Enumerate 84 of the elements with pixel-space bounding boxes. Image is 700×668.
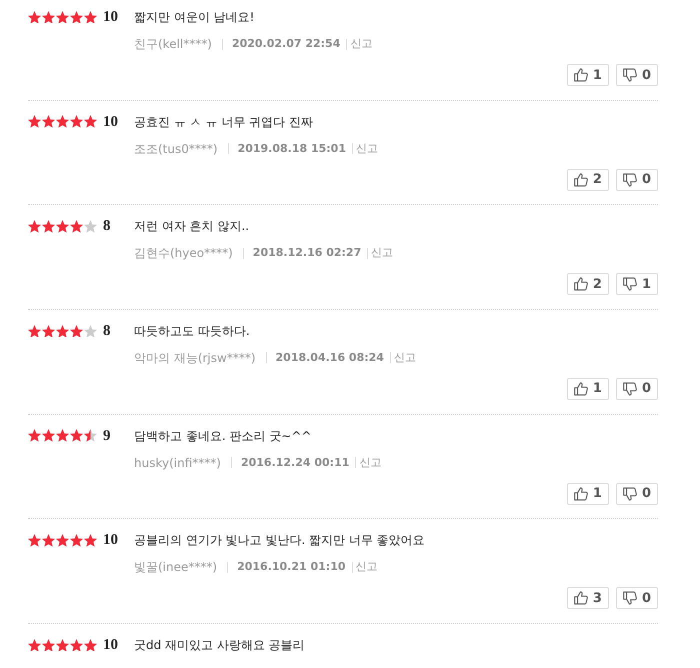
- star-icon: [56, 429, 69, 442]
- star-icon: [56, 115, 69, 128]
- star-icon: [70, 115, 83, 128]
- review-date: 2016.10.21 01:10: [237, 559, 346, 576]
- thumbs-down-icon: [622, 591, 637, 606]
- star-icon: [42, 115, 55, 128]
- star-icon: [70, 638, 83, 652]
- rating-score: 10: [103, 8, 118, 26]
- like-button[interactable]: 1: [566, 64, 609, 86]
- rating-score: 8: [103, 322, 110, 340]
- star-icon: [28, 10, 41, 24]
- dislike-button[interactable]: 0: [616, 64, 658, 86]
- star-icon: [42, 534, 55, 547]
- star-icon: [56, 220, 69, 233]
- thumbs-up-icon: [574, 172, 588, 187]
- star-icon: [28, 115, 41, 128]
- like-button[interactable]: 2: [566, 168, 609, 191]
- review-text: 짧지만 여운이 남네요!: [134, 9, 254, 26]
- like-button[interactable]: 1: [566, 482, 609, 505]
- dislike-button[interactable]: 0: [616, 168, 658, 191]
- thumbs-up-icon: [574, 591, 588, 606]
- star-icon: [84, 10, 97, 24]
- star-icon: [56, 324, 69, 338]
- like-button[interactable]: 1: [566, 378, 609, 400]
- thumbs-up-icon: [574, 486, 588, 501]
- review-date: 2020.02.07 22:54: [232, 36, 340, 52]
- empty-star-icon: [84, 220, 97, 233]
- review-date: 2016.12.24 00:11: [240, 454, 350, 471]
- dislike-button[interactable]: 1: [616, 273, 658, 296]
- like-button[interactable]: 3: [566, 587, 609, 610]
- thumbs-down-icon: [622, 277, 637, 292]
- review-text: 담백하고 좋네요. 판소리 굿~^^: [134, 428, 312, 445]
- thumbs-down-icon: [622, 486, 637, 501]
- review-text: 굿dd 재미있고 사랑해요 공블리: [134, 636, 305, 654]
- review-date: 2018.12.16 02:27: [252, 245, 362, 262]
- star-icon: [84, 115, 97, 128]
- star-icon: [42, 638, 55, 652]
- dislike-button[interactable]: 0: [616, 378, 658, 400]
- star-icon: [56, 534, 69, 547]
- star-icon: [56, 638, 69, 652]
- star-icon: [28, 220, 41, 233]
- review-text: 공블리의 연기가 빛나고 빛난다. 짧지만 너무 좋았어요: [134, 532, 425, 550]
- reviewer-name: 친구(kell****): [134, 36, 212, 52]
- reviewer-name: 조조(tus0****): [134, 140, 218, 157]
- thumbs-up-icon: [574, 277, 588, 292]
- star-icon: [28, 638, 41, 652]
- reviewer-name: 김현수(hyeo****): [134, 245, 233, 262]
- rating-score: 10: [103, 112, 118, 131]
- star-icon: [70, 324, 83, 338]
- rating-score: 10: [103, 636, 118, 654]
- star-icon: [84, 638, 97, 652]
- thumbs-up-icon: [574, 382, 588, 396]
- thumbs-up-icon: [574, 68, 588, 82]
- review-text: 저런 여자 흔치 않지..: [134, 218, 250, 236]
- reviewer-name: husky(infi****): [134, 454, 221, 471]
- review-date: 2018.04.16 08:24: [276, 350, 384, 366]
- star-icon: [42, 220, 55, 233]
- dislike-button[interactable]: 0: [616, 587, 658, 610]
- star-icon: [28, 534, 41, 547]
- star-icon: [70, 534, 83, 547]
- review-text: 공효진 ㅠ ㅅ ㅠ 너무 귀엽다 진짜: [134, 114, 313, 131]
- thumbs-down-icon: [622, 172, 637, 187]
- thumbs-down-icon: [622, 68, 637, 82]
- star-icon: [70, 10, 83, 24]
- thumbs-down-icon: [622, 382, 637, 396]
- rating-score: 8: [103, 217, 110, 236]
- review-text: 따듯하고도 따듯하다.: [134, 322, 250, 340]
- star-icon: [42, 324, 55, 338]
- star-icon: [28, 324, 41, 338]
- star-icon: [42, 429, 55, 442]
- reviewer-name: 빛꿀(inee****): [134, 559, 218, 576]
- star-icon: [56, 10, 69, 24]
- rating-score: 9: [103, 426, 110, 445]
- half-star-icon: [84, 429, 97, 442]
- star-icon: [84, 534, 97, 547]
- like-button[interactable]: 2: [566, 273, 609, 296]
- star-icon: [42, 10, 55, 24]
- dislike-button[interactable]: 0: [616, 482, 658, 505]
- rating-score: 10: [103, 531, 118, 550]
- reviewer-name: 악마의 재능(rjsw****): [134, 350, 256, 366]
- star-icon: [28, 429, 41, 442]
- review-date: 2019.08.18 15:01: [238, 140, 346, 157]
- star-icon: [70, 429, 83, 442]
- star-icon: [70, 220, 83, 233]
